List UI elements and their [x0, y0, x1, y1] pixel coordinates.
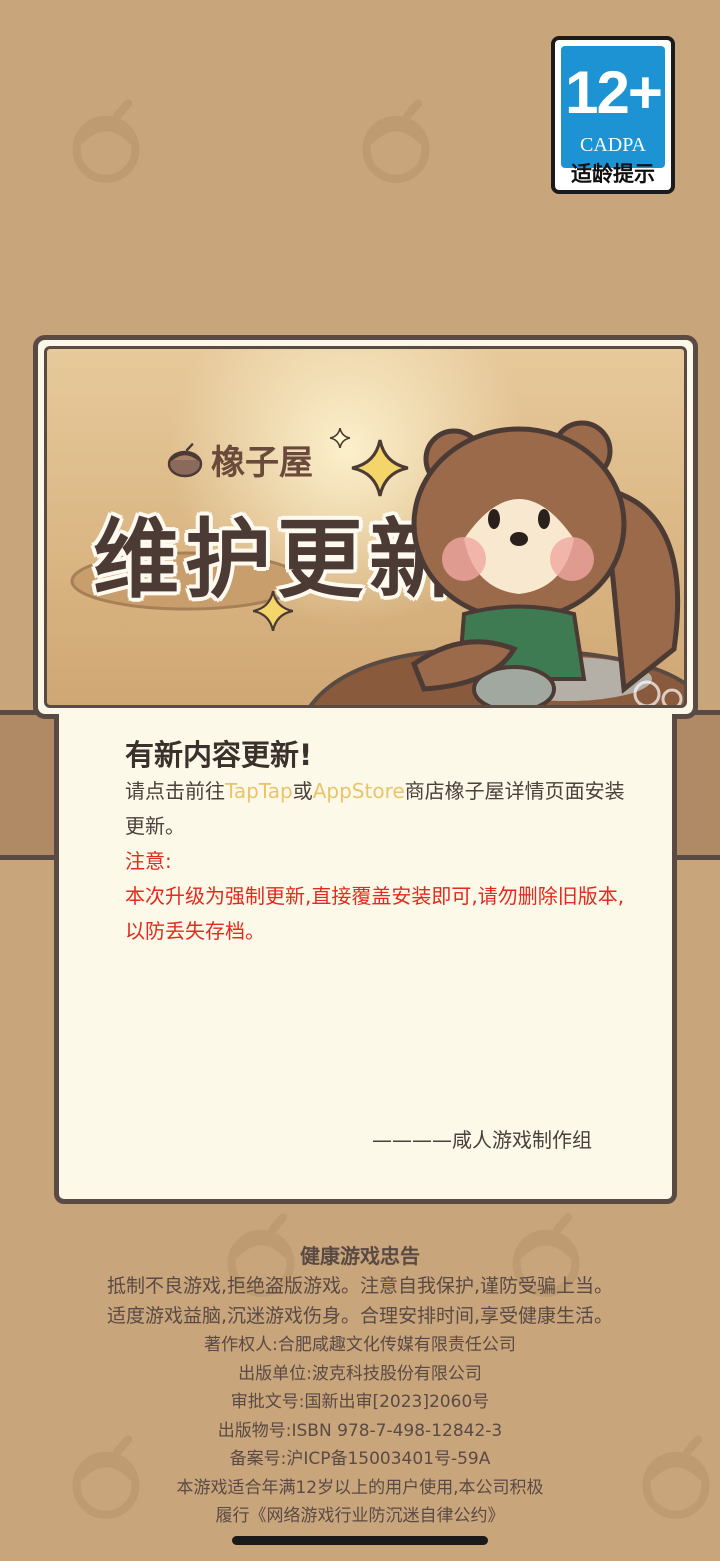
banner-illustration: 橡子屋 维护更新	[44, 346, 687, 708]
age-rating-value: 12+	[565, 59, 663, 126]
notice-signature: ————咸人游戏制作组	[372, 1128, 592, 1152]
squirrel-character	[410, 420, 681, 705]
home-indicator[interactable]	[232, 1536, 488, 1545]
taptap-link[interactable]: TapTap	[225, 779, 293, 803]
acorn-bg-icon	[72, 99, 140, 183]
health-advisory-line: 抵制不良游戏,拒绝盗版游戏。注意自我保护,谨防受骗上当。	[106, 1275, 614, 1297]
game-name: 橡子屋	[211, 443, 313, 483]
sparkle-icon	[329, 427, 351, 449]
icp-number: 备案号:沪ICP备15003401号-59A	[229, 1449, 491, 1469]
publisher: 出版单位:波克科技股份有限公司	[238, 1363, 482, 1384]
age-rating-badge[interactable]: 12+ CADPA 适龄提示	[551, 36, 675, 194]
notice-instructions: 请点击前往TapTap或AppStore商店橡子屋详情页面安装更新。	[125, 774, 625, 844]
approval-number: 审批文号:国新出审[2023]2060号	[230, 1392, 490, 1412]
update-notice-card: 有新内容更新! 请点击前往TapTap或AppStore商店橡子屋详情页面安装更…	[54, 714, 677, 1204]
warning-label: 注意:	[125, 849, 172, 873]
notice-title: 有新内容更新!	[125, 738, 313, 772]
notice-body: 请点击前往TapTap或AppStore商店橡子屋详情页面安装更新。 注意: 本…	[125, 774, 625, 949]
age-rating-org: CADPA	[580, 134, 646, 156]
age-notice: 本游戏适合年满12岁以上的用户使用,本公司积极	[176, 1477, 544, 1498]
game-logo: 橡子屋	[165, 435, 313, 484]
acorn-icon	[167, 442, 203, 477]
anti-addiction-convention: 履行《网络游戏行业防沉迷自律公约》	[215, 1506, 505, 1526]
acorn-bg-icon	[362, 99, 430, 183]
health-advisory-line: 适度游戏益脑,沉迷游戏伤身。合理安排时间,享受健康生活。	[106, 1305, 614, 1327]
appstore-link[interactable]: AppStore	[313, 779, 405, 803]
warning-text: 本次升级为强制更新,直接覆盖安装即可,请勿删除旧版本,以防丢失存档。	[125, 884, 625, 943]
notice-body-or: 或	[292, 779, 313, 803]
copyright-holder: 著作权人:合肥咸趣文化传媒有限责任公司	[204, 1335, 516, 1355]
health-advisory-title: 健康游戏忠告	[300, 1244, 420, 1268]
isbn-number: 出版物号:ISBN 978-7-498-12842-3	[217, 1420, 503, 1441]
age-rating-panel: 12+ CADPA	[561, 46, 665, 168]
health-advisory-footer: 健康游戏忠告 抵制不良游戏,拒绝盗版游戏。注意自我保护,谨防受骗上当。 适度游戏…	[0, 1241, 720, 1531]
age-rating-label: 适龄提示	[571, 162, 655, 186]
notice-body-prefix: 请点击前往	[125, 779, 225, 803]
maintenance-banner: 橡子屋 维护更新	[33, 335, 698, 719]
